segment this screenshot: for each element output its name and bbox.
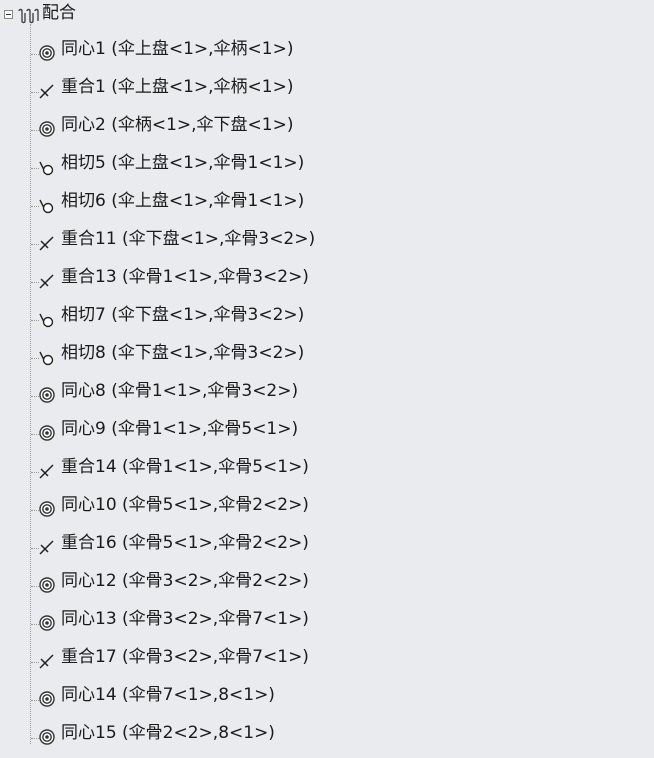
concentric-mate-icon (38, 576, 56, 594)
tree-item-mate[interactable]: 同心10 (伞骨5<1>,伞骨2<2>) (0, 486, 654, 524)
tangent-mate-icon (38, 196, 56, 214)
tree-item-label: 重合16 (伞骨5<1>,伞骨2<2>) (61, 533, 309, 553)
concentric-mate-icon (38, 120, 56, 138)
concentric-mate-icon (38, 614, 56, 632)
tree-item-mate[interactable]: 重合16 (伞骨5<1>,伞骨2<2>) (0, 524, 654, 562)
tree-item-mate[interactable]: 重合13 (伞骨1<1>,伞骨3<2>) (0, 258, 654, 296)
tree-item-label: 同心8 (伞骨1<1>,伞骨3<2>) (61, 381, 299, 401)
tree-item-label: 同心10 (伞骨5<1>,伞骨2<2>) (61, 495, 309, 515)
feature-tree: 配合 同心1 (伞上盘<1>,伞柄<1>) 重合1 (伞上盘<1>,伞柄<1>) 同… (0, 0, 654, 758)
tree-item-label: 相切5 (伞上盘<1>,伞骨1<1>) (61, 153, 305, 173)
tangent-mate-icon (38, 158, 56, 176)
tree-item-mate[interactable]: 同心14 (伞骨7<1>,8<1>) (0, 676, 654, 714)
concentric-mate-icon (38, 386, 56, 404)
concentric-mate-icon (38, 424, 56, 442)
tree-item-mate[interactable]: 重合14 (伞骨1<1>,伞骨5<1>) (0, 448, 654, 486)
concentric-mate-icon (38, 728, 56, 746)
tree-item-mate[interactable]: 相切5 (伞上盘<1>,伞骨1<1>) (0, 144, 654, 182)
coincident-mate-icon (38, 652, 56, 670)
tree-item-mate[interactable]: 同心2 (伞柄<1>,伞下盘<1>) (0, 106, 654, 144)
tree-item-mate[interactable]: 重合1 (伞上盘<1>,伞柄<1>) (0, 68, 654, 106)
tree-item-label: 同心13 (伞骨3<2>,伞骨7<1>) (61, 609, 309, 629)
tree-item-label: 相切7 (伞下盘<1>,伞骨3<2>) (61, 305, 305, 325)
mate-folder-icon (18, 8, 39, 24)
mate-list: 同心1 (伞上盘<1>,伞柄<1>) 重合1 (伞上盘<1>,伞柄<1>) 同心2 … (0, 30, 654, 752)
coincident-mate-icon (38, 234, 56, 252)
tree-item-label: 同心2 (伞柄<1>,伞下盘<1>) (61, 115, 294, 135)
tree-item-label: 重合13 (伞骨1<1>,伞骨3<2>) (61, 267, 309, 287)
tree-item-label: 重合11 (伞下盘<1>,伞骨3<2>) (61, 229, 316, 249)
tree-item-label: 重合14 (伞骨1<1>,伞骨5<1>) (61, 457, 309, 477)
tree-item-label: 同心9 (伞骨1<1>,伞骨5<1>) (61, 419, 299, 439)
tree-item-mate[interactable]: 同心8 (伞骨1<1>,伞骨3<2>) (0, 372, 654, 410)
tangent-mate-icon (38, 348, 56, 366)
tree-item-mate[interactable]: 重合17 (伞骨3<2>,伞骨7<1>) (0, 638, 654, 676)
coincident-mate-icon (38, 82, 56, 100)
collapse-toggle[interactable] (4, 10, 13, 19)
tree-item-mate[interactable]: 同心12 (伞骨3<2>,伞骨2<2>) (0, 562, 654, 600)
tree-item-label: 重合17 (伞骨3<2>,伞骨7<1>) (61, 647, 309, 667)
concentric-mate-icon (38, 500, 56, 518)
tree-item-mate[interactable]: 相切7 (伞下盘<1>,伞骨3<2>) (0, 296, 654, 334)
tree-item-label: 相切8 (伞下盘<1>,伞骨3<2>) (61, 343, 305, 363)
concentric-mate-icon (38, 690, 56, 708)
tree-item-mate[interactable]: 重合11 (伞下盘<1>,伞骨3<2>) (0, 220, 654, 258)
coincident-mate-icon (38, 538, 56, 556)
tree-item-mate[interactable]: 同心13 (伞骨3<2>,伞骨7<1>) (0, 600, 654, 638)
tree-item-label: 重合1 (伞上盘<1>,伞柄<1>) (61, 77, 294, 97)
tree-item-mate[interactable]: 相切8 (伞下盘<1>,伞骨3<2>) (0, 334, 654, 372)
coincident-mate-icon (38, 272, 56, 290)
coincident-mate-icon (38, 462, 56, 480)
tree-item-label: 同心12 (伞骨3<2>,伞骨2<2>) (61, 571, 309, 591)
tree-item-label: 同心14 (伞骨7<1>,8<1>) (61, 685, 275, 705)
concentric-mate-icon (38, 44, 56, 62)
tree-item-label: 同心15 (伞骨2<2>,8<1>) (61, 723, 275, 743)
tree-item-mate[interactable]: 同心1 (伞上盘<1>,伞柄<1>) (0, 30, 654, 68)
tree-item-label: 相切6 (伞上盘<1>,伞骨1<1>) (61, 191, 305, 211)
tangent-mate-icon (38, 310, 56, 328)
tree-item-label: 同心1 (伞上盘<1>,伞柄<1>) (61, 39, 294, 59)
tree-item-mate[interactable]: 同心15 (伞骨2<2>,8<1>) (0, 714, 654, 752)
tree-item-mate[interactable]: 相切6 (伞上盘<1>,伞骨1<1>) (0, 182, 654, 220)
tree-node-mates[interactable]: 配合 (0, 0, 200, 26)
tree-node-label: 配合 (42, 3, 76, 23)
tree-item-mate[interactable]: 同心9 (伞骨1<1>,伞骨5<1>) (0, 410, 654, 448)
